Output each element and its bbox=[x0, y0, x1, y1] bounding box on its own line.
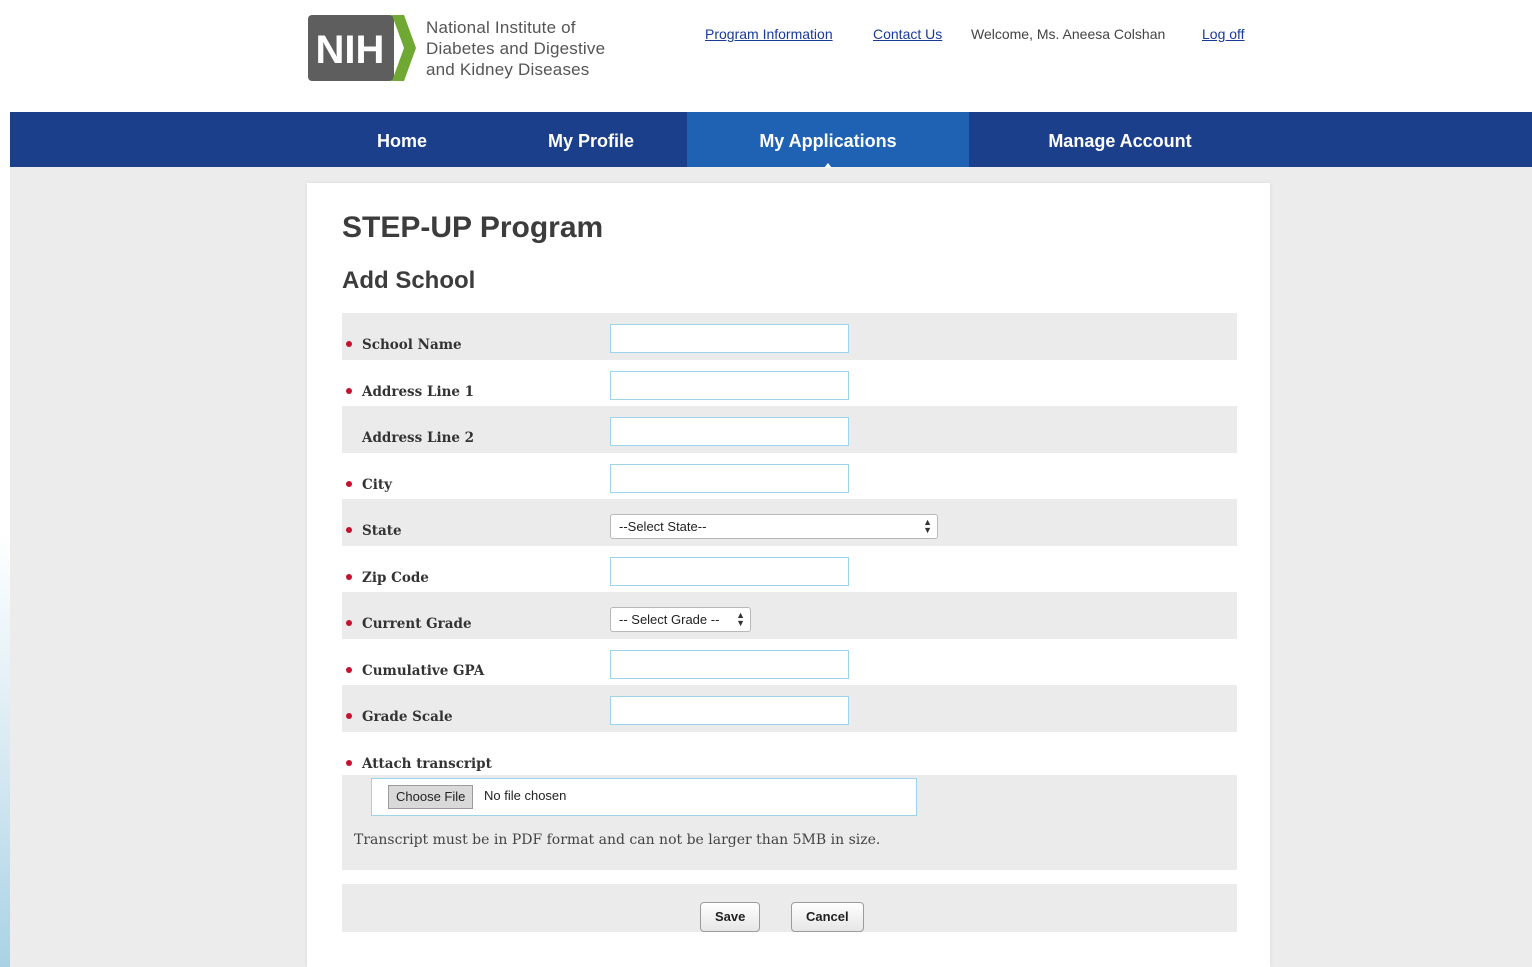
state-select-value: --Select State-- bbox=[619, 519, 707, 534]
welcome-message: Welcome, Ms. Aneesa Colshan bbox=[971, 26, 1166, 42]
current-grade-label: Current Grade bbox=[362, 616, 472, 632]
zip-code-input[interactable] bbox=[610, 556, 849, 586]
form-row-zip-code: Zip Code bbox=[342, 546, 1237, 593]
program-information-link[interactable]: Program Information bbox=[705, 26, 833, 42]
institute-name-line-3: and Kidney Diseases bbox=[426, 59, 590, 79]
transcript-upload-area: Choose File No file chosen Transcript mu… bbox=[342, 775, 1237, 870]
log-off-link[interactable]: Log off bbox=[1202, 26, 1245, 42]
required-marker-icon bbox=[346, 387, 352, 394]
nih-logo-mark: NIH bbox=[308, 15, 416, 81]
site-header: NIH National Institute of Diabetes and D… bbox=[10, 0, 1532, 112]
required-marker-icon bbox=[346, 573, 352, 580]
required-marker-icon bbox=[346, 713, 352, 719]
contact-us-link[interactable]: Contact Us bbox=[873, 26, 942, 42]
transcript-file-input[interactable]: Choose File No file chosen bbox=[371, 778, 917, 816]
state-label: State bbox=[362, 523, 402, 539]
main-navigation: Home My Profile My Applications Manage A… bbox=[10, 112, 1532, 168]
grade-scale-input[interactable] bbox=[610, 696, 849, 725]
left-edge-decoration bbox=[0, 0, 10, 967]
select-arrows-icon: ▲ ▼ bbox=[736, 610, 745, 628]
attach-transcript-label: Attach transcript bbox=[362, 755, 492, 772]
school-form: School Name Address Line 1 Address Line … bbox=[342, 313, 1237, 778]
cumulative-gpa-label: Cumulative GPA bbox=[362, 662, 485, 679]
form-row-school-name: School Name bbox=[342, 313, 1237, 360]
form-panel: STEP-UP Program Add School School Name A… bbox=[307, 183, 1270, 967]
nav-my-applications[interactable]: My Applications bbox=[687, 112, 969, 168]
choose-file-button[interactable]: Choose File bbox=[388, 785, 474, 809]
city-input[interactable] bbox=[610, 463, 849, 493]
institute-name-line-1: National Institute of bbox=[426, 17, 576, 37]
current-grade-select-value: -- Select Grade -- bbox=[619, 612, 720, 627]
address-line-1-label: Address Line 1 bbox=[362, 383, 475, 400]
nih-niddk-logo[interactable]: NIH National Institute of Diabetes and D… bbox=[308, 14, 605, 82]
city-label: City bbox=[362, 476, 392, 493]
zip-code-label: Zip Code bbox=[362, 569, 429, 586]
form-row-attach-transcript: Attach transcript bbox=[342, 732, 1237, 779]
svg-text:NIH: NIH bbox=[316, 28, 385, 72]
nav-manage-account[interactable]: Manage Account bbox=[970, 112, 1270, 167]
school-name-label: School Name bbox=[362, 337, 462, 353]
required-marker-icon bbox=[346, 666, 352, 673]
page-title: STEP-UP Program bbox=[342, 211, 604, 244]
cancel-button[interactable]: Cancel bbox=[791, 902, 864, 932]
address-line-2-label: Address Line 2 bbox=[362, 430, 475, 446]
cumulative-gpa-input[interactable] bbox=[610, 649, 849, 679]
form-row-cumulative-gpa: Cumulative GPA bbox=[342, 639, 1237, 686]
nav-home[interactable]: Home bbox=[329, 112, 475, 167]
required-marker-icon bbox=[346, 527, 352, 533]
file-status: No file chosen bbox=[484, 788, 567, 803]
form-row-grade-scale: Grade Scale bbox=[342, 685, 1237, 732]
school-name-input[interactable] bbox=[610, 324, 849, 353]
save-button[interactable]: Save bbox=[700, 902, 761, 932]
current-grade-select[interactable]: -- Select Grade -- ▲ ▼ bbox=[610, 607, 751, 632]
form-row-state: State --Select State-- ▲ ▼ bbox=[342, 499, 1237, 546]
institute-name-line-2: Diabetes and Digestive bbox=[426, 38, 606, 58]
institute-name: National Institute of Diabetes and Diges… bbox=[426, 17, 605, 80]
section-title: Add School bbox=[342, 267, 476, 294]
form-row-current-grade: Current Grade -- Select Grade -- ▲ ▼ bbox=[342, 592, 1237, 639]
transcript-hint: Transcript must be in PDF format and can… bbox=[354, 832, 881, 848]
grade-scale-label: Grade Scale bbox=[362, 709, 453, 725]
form-row-address-line-2: Address Line 2 bbox=[342, 406, 1237, 453]
address-line-2-input[interactable] bbox=[610, 417, 849, 446]
required-marker-icon bbox=[346, 759, 352, 766]
required-marker-icon bbox=[346, 341, 352, 347]
state-select[interactable]: --Select State-- ▲ ▼ bbox=[610, 514, 938, 539]
form-actions: Save Cancel bbox=[342, 884, 1237, 932]
nav-my-profile[interactable]: My Profile bbox=[500, 112, 682, 167]
required-marker-icon bbox=[346, 480, 352, 487]
form-row-city: City bbox=[342, 453, 1237, 500]
address-line-1-input[interactable] bbox=[610, 370, 849, 400]
form-row-address-line-1: Address Line 1 bbox=[342, 360, 1237, 407]
required-marker-icon bbox=[346, 620, 352, 626]
select-arrows-icon: ▲ ▼ bbox=[923, 517, 932, 535]
